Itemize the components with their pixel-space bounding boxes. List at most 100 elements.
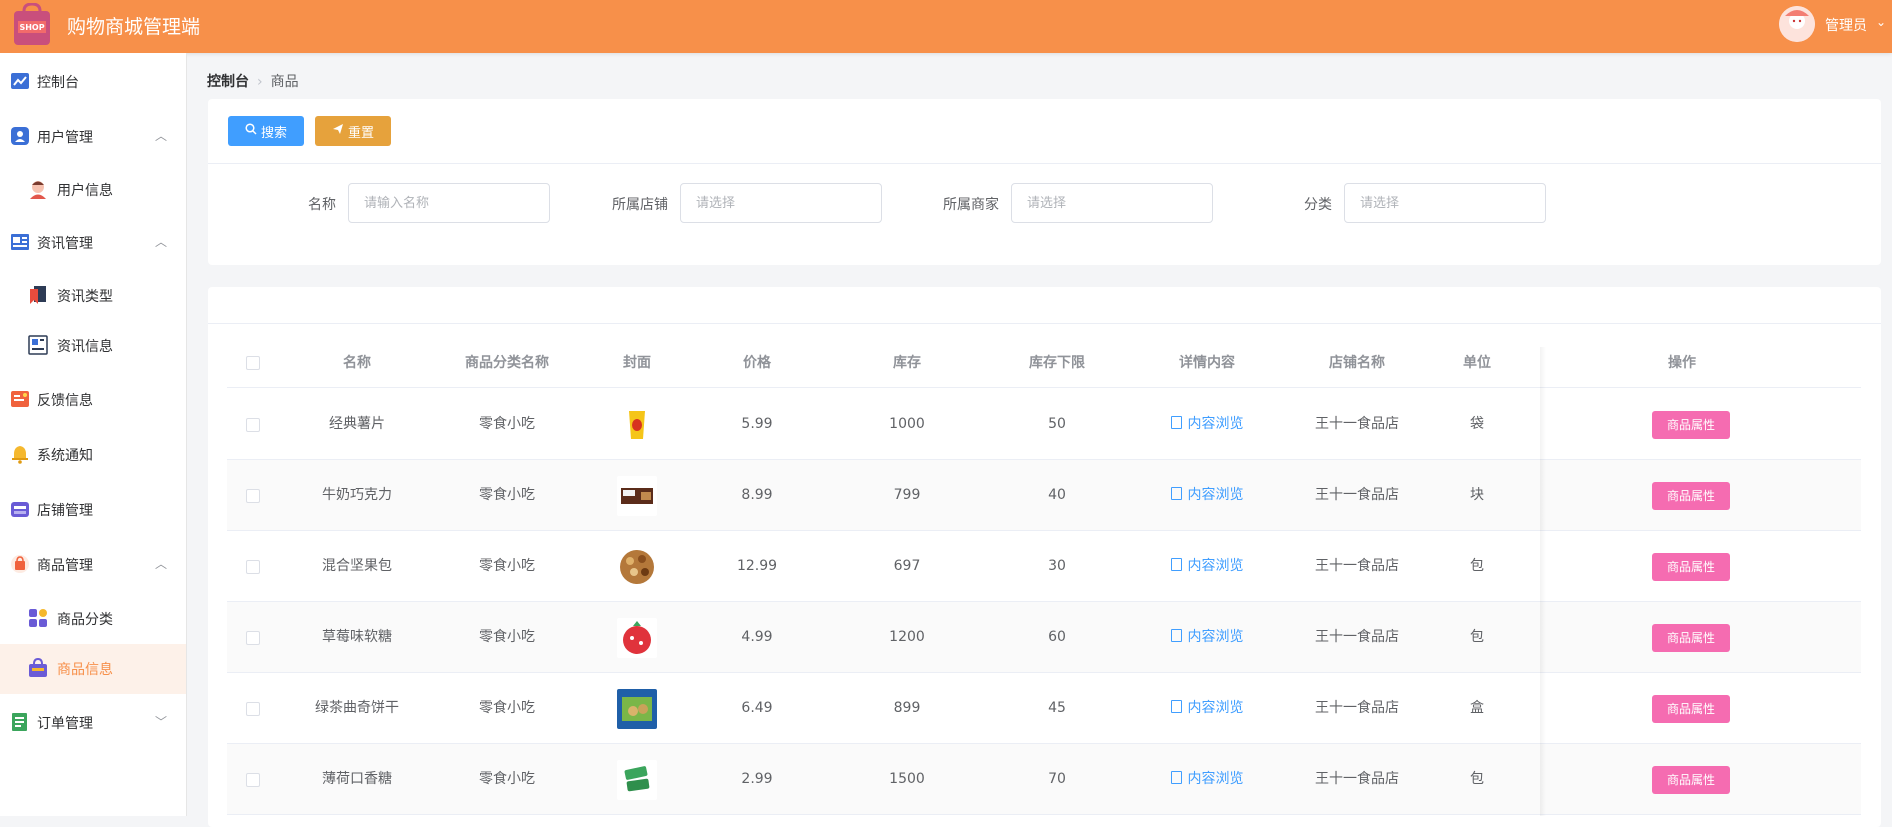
reset-button-label: 重置 — [347, 125, 374, 141]
goods-name: 经典薯片 — [329, 416, 385, 432]
sidebar-item-label: 控制台 — [37, 75, 79, 91]
goods-attribute-button[interactable]: 商品属性 — [1652, 624, 1730, 652]
merchant-select[interactable] — [1011, 183, 1213, 223]
sidebar-item-dashboard[interactable]: 控制台 — [0, 57, 186, 107]
goods-stock: 1500 — [889, 771, 925, 787]
table-row[interactable]: 薄荷口香糖 零食小吃 2.99 1500 70 内容浏览 王十一食品店 包 商品… — [227, 744, 1861, 815]
feedback-icon — [10, 389, 30, 409]
goods-category: 零食小吃 — [479, 416, 535, 432]
table-row[interactable]: 牛奶巧克力 零食小吃 8.99 799 40 内容浏览 王十一食品店 块 商品属… — [227, 460, 1861, 531]
column-header: 库存下限 — [1029, 355, 1085, 371]
goods-cover-image[interactable] — [617, 689, 657, 729]
goods-name: 薄荷口香糖 — [322, 771, 392, 787]
sidebar-item-label: 商品分类 — [57, 612, 113, 628]
goods-attribute-button[interactable]: 商品属性 — [1652, 411, 1730, 439]
chevron-down-icon[interactable]: ⌄ — [1876, 15, 1886, 29]
send-icon — [332, 123, 344, 139]
category-select[interactable] — [1344, 183, 1546, 223]
select-all-checkbox[interactable] — [246, 356, 260, 370]
goods-unit: 包 — [1470, 629, 1484, 645]
goods-cover-image[interactable] — [617, 405, 657, 445]
table-row[interactable]: 混合坚果包 零食小吃 12.99 697 30 内容浏览 王十一食品店 包 商品… — [227, 531, 1861, 602]
goods-cover-image[interactable] — [617, 476, 657, 516]
bookmark-icon — [28, 285, 48, 305]
breadcrumb: 控制台 › 商品 — [207, 71, 299, 91]
sidebar-item-goods-category[interactable]: 商品分类 — [0, 594, 186, 644]
shop-name: 王十一食品店 — [1315, 558, 1399, 574]
column-header: 详情内容 — [1179, 355, 1235, 371]
goods-cover-image[interactable] — [617, 547, 657, 587]
sidebar-item-notification[interactable]: 系统通知 — [0, 430, 186, 480]
detail-view-link[interactable]: 内容浏览 — [1127, 602, 1287, 673]
goods-cover-image[interactable] — [617, 760, 657, 800]
user-avatar[interactable] — [1779, 6, 1815, 42]
name-input[interactable] — [348, 183, 550, 223]
detail-link-label: 内容浏览 — [1187, 558, 1244, 574]
goods-price: 4.99 — [741, 629, 773, 645]
name-field-label: 名称 — [308, 197, 336, 213]
goods-min-stock: 70 — [1048, 771, 1066, 787]
sidebar-item-news-management[interactable]: 资讯管理 ︿ — [0, 218, 186, 268]
sidebar-item-user-management[interactable]: 用户管理 ︿ — [0, 112, 186, 162]
goods-stock: 1000 — [889, 416, 925, 432]
sidebar-item-goods-info[interactable]: 商品信息 — [0, 644, 186, 694]
detail-link-label: 内容浏览 — [1187, 416, 1244, 432]
goods-category: 零食小吃 — [479, 558, 535, 574]
row-checkbox[interactable] — [246, 560, 260, 574]
detail-view-link[interactable]: 内容浏览 — [1127, 673, 1287, 744]
goods-attribute-button[interactable]: 商品属性 — [1652, 695, 1730, 723]
detail-view-link[interactable]: 内容浏览 — [1127, 531, 1287, 602]
sidebar-item-feedback[interactable]: 反馈信息 — [0, 375, 186, 425]
app-title: 购物商城管理端 — [67, 16, 201, 38]
sidebar-item-label: 商品信息 — [57, 662, 113, 678]
user-name[interactable]: 管理员 — [1825, 15, 1867, 35]
sidebar-item-shop-management[interactable]: 店铺管理 — [0, 485, 186, 535]
sidebar-item-news-info[interactable]: 资讯信息 — [0, 321, 186, 371]
sidebar-item-order-management[interactable]: 订单管理 ﹀ — [0, 698, 186, 748]
goods-attribute-button[interactable]: 商品属性 — [1652, 766, 1730, 794]
divider — [208, 163, 1881, 164]
table-header: 名称 商品分类名称 封面 价格 库存 库存下限 详情内容 店铺名称 单位 操作 — [227, 338, 1861, 388]
goods-name: 混合坚果包 — [322, 558, 392, 574]
document-icon — [1170, 415, 1182, 429]
column-header: 封面 — [623, 355, 651, 371]
table-row[interactable]: 绿茶曲奇饼干 零食小吃 6.49 899 45 内容浏览 王十一食品店 盒 商品… — [227, 673, 1861, 744]
row-checkbox[interactable] — [246, 631, 260, 645]
shop-name: 王十一食品店 — [1315, 771, 1399, 787]
sidebar-item-user-info[interactable]: 用户信息 — [0, 165, 186, 215]
breadcrumb-root[interactable]: 控制台 — [207, 74, 249, 90]
goods-unit: 盒 — [1470, 700, 1484, 716]
detail-view-link[interactable]: 内容浏览 — [1127, 389, 1287, 460]
detail-view-link[interactable]: 内容浏览 — [1127, 460, 1287, 531]
document-icon — [1170, 628, 1182, 642]
chevron-right-icon: › — [257, 74, 263, 90]
svg-text:SHOP: SHOP — [19, 23, 44, 32]
goods-min-stock: 60 — [1048, 629, 1066, 645]
row-checkbox[interactable] — [246, 773, 260, 787]
search-button[interactable]: 搜索 — [228, 116, 304, 146]
row-checkbox[interactable] — [246, 489, 260, 503]
shop-select[interactable] — [680, 183, 882, 223]
search-panel: 搜索 重置 名称 所属店铺 所属商家 分类 — [208, 99, 1881, 265]
goods-cover-image[interactable] — [617, 618, 657, 658]
row-checkbox[interactable] — [246, 702, 260, 716]
column-header: 商品分类名称 — [465, 355, 549, 371]
goods-name: 草莓味软糖 — [322, 629, 392, 645]
goods-min-stock: 50 — [1048, 416, 1066, 432]
sidebar: 控制台 用户管理 ︿ 用户信息 资讯管理 ︿ 资讯类型 资讯信息 反馈信息 系统… — [0, 53, 187, 816]
table-row[interactable]: 草莓味软糖 零食小吃 4.99 1200 60 内容浏览 王十一食品店 包 商品… — [227, 602, 1861, 673]
goods-attribute-button[interactable]: 商品属性 — [1652, 553, 1730, 581]
sidebar-item-news-type[interactable]: 资讯类型 — [0, 271, 186, 321]
store-icon — [10, 499, 30, 519]
table-row[interactable]: 经典薯片 零食小吃 5.99 1000 50 内容浏览 王十一食品店 袋 商品属… — [227, 389, 1861, 460]
row-checkbox[interactable] — [246, 418, 260, 432]
sidebar-item-goods-management[interactable]: 商品管理 ︿ — [0, 540, 186, 590]
goods-name: 牛奶巧克力 — [322, 487, 392, 503]
goods-stock: 1200 — [889, 629, 925, 645]
goods-icon — [28, 657, 48, 678]
goods-price: 2.99 — [741, 771, 773, 787]
goods-attribute-button[interactable]: 商品属性 — [1652, 482, 1730, 510]
detail-view-link[interactable]: 内容浏览 — [1127, 744, 1287, 815]
reset-button[interactable]: 重置 — [315, 116, 391, 146]
sidebar-item-label: 用户信息 — [57, 183, 113, 199]
